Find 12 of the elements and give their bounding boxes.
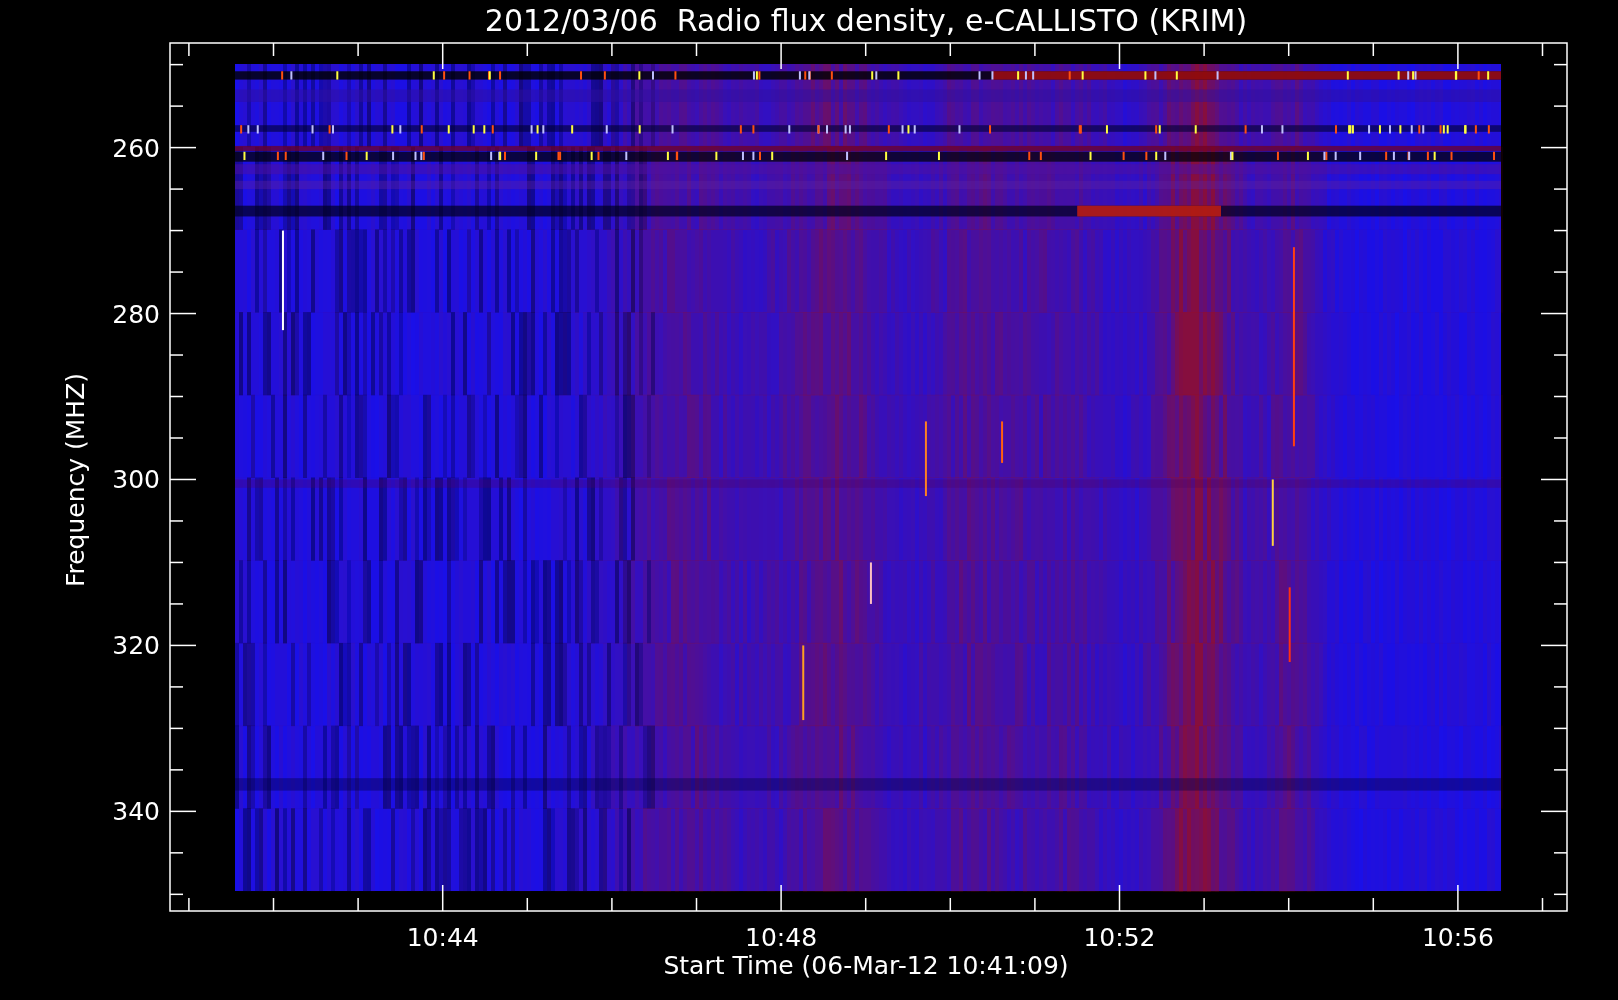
- y-tick-label: 300: [112, 465, 160, 495]
- plot-title: 2012/03/06 Radio flux density, e-CALLISTO (KRIM): [484, 3, 1248, 38]
- y-tick-label: 320: [112, 631, 160, 661]
- x-axis-label: Start Time (06-Mar-12 10:41:09): [663, 951, 1069, 980]
- y-tick-label: 280: [112, 299, 160, 329]
- y-tick-label: 340: [112, 797, 160, 827]
- y-tick-label: 260: [112, 133, 160, 163]
- x-tick-label: 10:48: [745, 923, 818, 952]
- x-tick-label: 10:44: [406, 923, 479, 952]
- x-tick-label: 10:52: [1083, 923, 1156, 952]
- x-tick-label: 10:56: [1421, 923, 1494, 952]
- y-axis-label: Frequency (MHZ): [61, 372, 90, 588]
